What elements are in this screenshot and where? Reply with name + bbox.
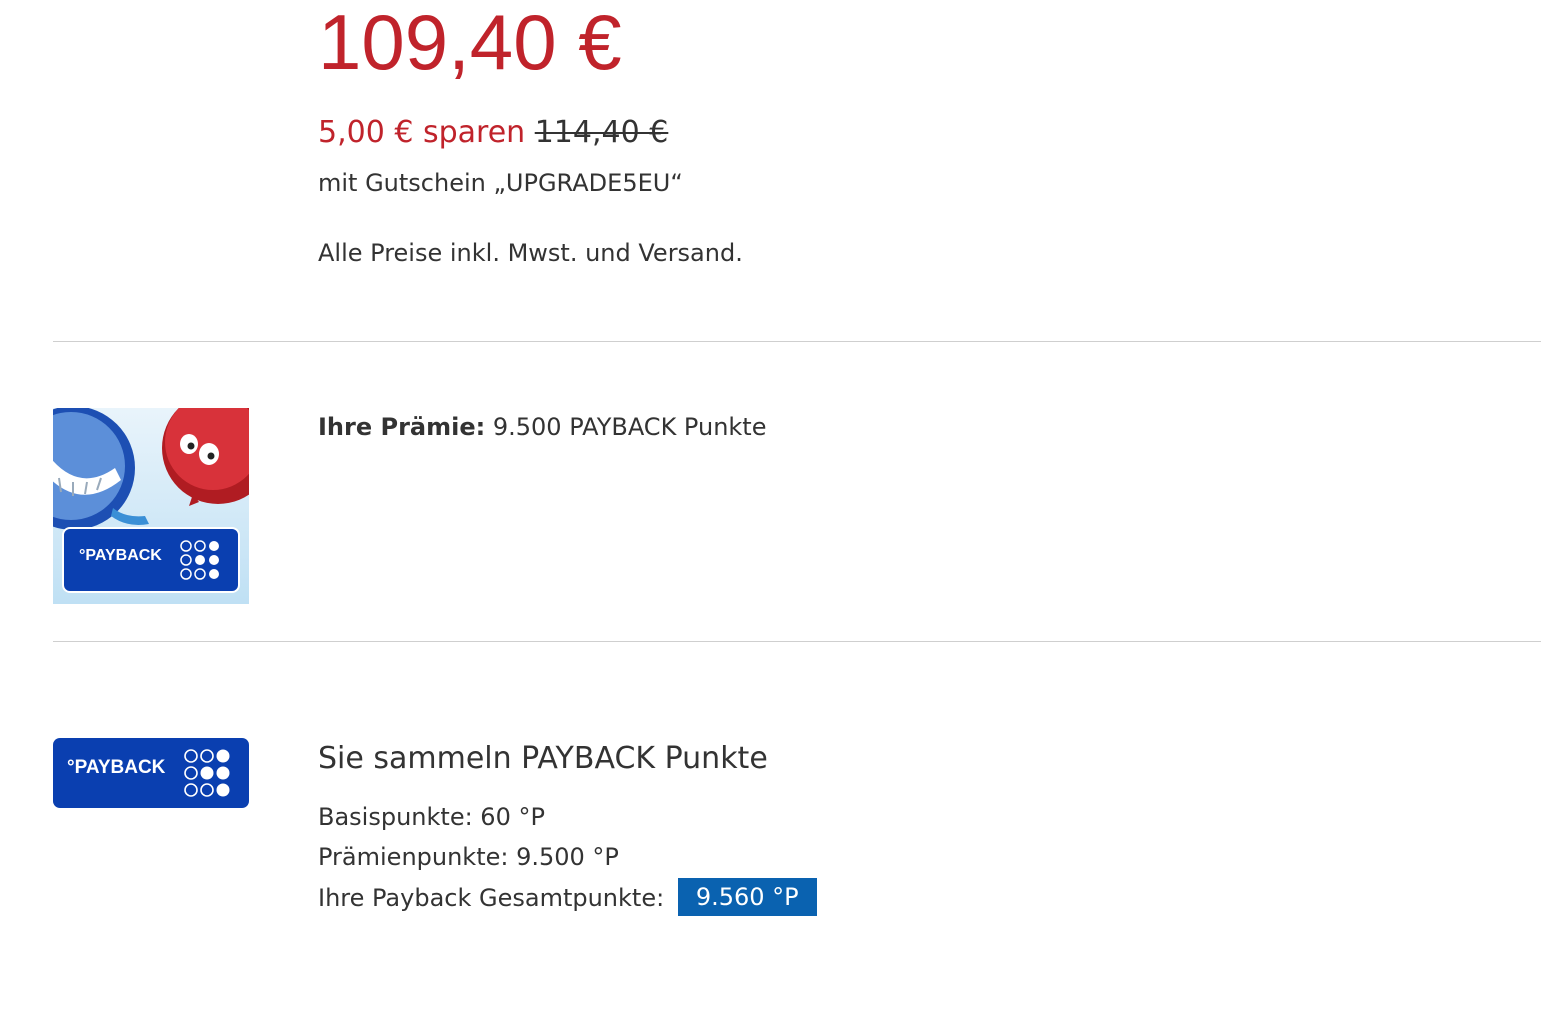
payback-logo-text: °PAYBACK <box>67 757 166 778</box>
savings-amount: 5,00 € sparen <box>318 115 526 150</box>
divider <box>53 641 1541 642</box>
voucher-text: mit Gutschein „UPGRADE5EU“ <box>318 169 683 197</box>
payback-logo: °PAYBACK <box>53 738 249 808</box>
price-note: Alle Preise inkl. Mwst. und Versand. <box>318 239 743 267</box>
reward-image: °PAYBACK <box>53 408 249 604</box>
total-points-badge: 9.560 °P <box>677 878 817 916</box>
current-price: 109,40 € <box>318 0 622 86</box>
reward-value: 9.500 PAYBACK Punkte <box>492 413 767 441</box>
payback-dots-icon <box>184 749 230 797</box>
total-points-label: Ihre Payback Gesamtpunkte: <box>318 884 665 912</box>
base-points: Basispunkte: 60 °P <box>318 803 545 831</box>
original-price: 114,40 € <box>534 115 669 150</box>
reward-card-logo-text: °PAYBACK <box>79 547 162 564</box>
divider <box>53 341 1541 342</box>
reward-label: Ihre Prämie: <box>318 413 486 441</box>
bonus-points: Prämienpunkte: 9.500 °P <box>318 843 619 871</box>
reward-text: Ihre Prämie: 9.500 PAYBACK Punkte <box>318 410 766 444</box>
total-points: Ihre Payback Gesamtpunkte: 9.560 °P <box>318 878 817 918</box>
collect-title: Sie sammeln PAYBACK Punkte <box>318 741 768 776</box>
savings-line: 5,00 € sparen 114,40 € <box>318 112 668 154</box>
